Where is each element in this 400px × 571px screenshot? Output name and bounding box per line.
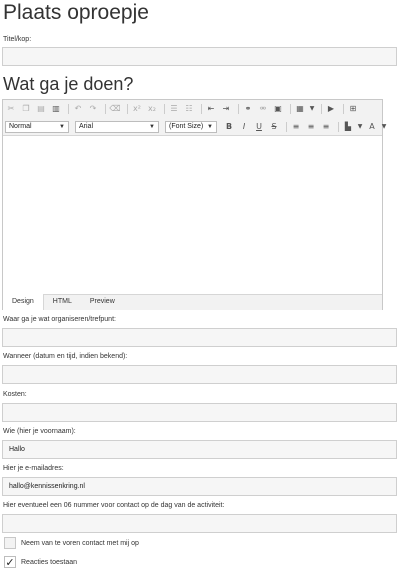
copy-icon[interactable]: ❐ [20, 103, 32, 115]
media-icon[interactable]: ▶ [325, 103, 337, 115]
chevron-down-icon: ▼ [59, 124, 65, 130]
font-size-select-value: (Font Size) [169, 123, 204, 130]
location-label: Waar ga je wat organiseren/trefpunt: [3, 316, 116, 323]
strikethrough-icon[interactable]: S [268, 121, 280, 133]
ordered-list-icon[interactable]: ☰ [168, 103, 180, 115]
italic-icon[interactable]: I [238, 121, 250, 133]
cut-icon[interactable]: ✂ [5, 103, 17, 115]
costs-label: Kosten: [3, 391, 27, 398]
indent-icon[interactable]: ⇥ [220, 103, 232, 115]
font-select-value: Arial [79, 123, 94, 130]
toolbar-divider [338, 122, 339, 132]
toolbar-divider [343, 104, 344, 114]
toolbar-divider [68, 104, 69, 114]
bg-color-icon[interactable]: ▙ [342, 121, 354, 133]
undo-icon[interactable]: ↶ [72, 103, 84, 115]
link-icon[interactable]: ⚭ [242, 103, 254, 115]
title-label: Titel/kop: [3, 36, 32, 43]
fullscreen-icon[interactable]: ⊞ [347, 103, 359, 115]
toolbar-divider [164, 104, 165, 114]
toolbar-divider [105, 104, 106, 114]
toolbar-divider [127, 104, 128, 114]
phone-input[interactable] [2, 514, 397, 533]
editor-content-area[interactable] [3, 136, 382, 294]
paste-word-icon[interactable]: ▥ [50, 103, 62, 115]
unordered-list-icon[interactable]: ☷ [183, 103, 195, 115]
reactions-checkbox[interactable]: ✓ [4, 555, 16, 569]
who-label: Wie (hier je voornaam): [3, 428, 76, 435]
toolbar-divider [238, 104, 239, 114]
chevron-down-icon[interactable]: ▼ [309, 103, 315, 115]
bold-icon[interactable]: B [223, 121, 235, 133]
when-input[interactable] [2, 365, 397, 384]
reactions-checkbox-row[interactable]: ✓ Reacties toestaan [4, 555, 78, 569]
email-label: Hier je e-mailadres: [3, 465, 64, 472]
paste-icon[interactable]: ▤ [35, 103, 47, 115]
when-label: Wanneer (datum en tijd, indien bekend): [3, 353, 128, 360]
toolbar-divider [286, 122, 287, 132]
tab-preview[interactable]: Preview [81, 295, 124, 311]
chevron-down-icon[interactable]: ▼ [357, 121, 363, 133]
phone-label: Hier eventueel een 06 nummer voor contac… [3, 502, 225, 509]
font-color-icon[interactable]: A [366, 121, 378, 133]
chevron-down-icon[interactable]: ▼ [381, 121, 387, 133]
font-select[interactable]: Arial ▼ [75, 121, 159, 133]
format-select-value: Normal [9, 123, 32, 130]
contact-checkbox[interactable] [4, 537, 16, 549]
checkmark-icon: ✓ [5, 555, 15, 569]
toolbar-row-2: Normal ▼ Arial ▼ (Font Size) ▼ B I U S ≡… [5, 120, 390, 134]
subscript-icon[interactable]: x₂ [146, 103, 158, 115]
tab-design[interactable]: Design [3, 294, 44, 310]
contact-checkbox-label: Neem van te voren contact met mij op [21, 539, 139, 547]
reactions-checkbox-label: Reacties toestaan [21, 558, 78, 566]
costs-input[interactable] [2, 403, 397, 422]
toolbar-divider [321, 104, 322, 114]
align-right-icon[interactable]: ≡ [320, 121, 332, 133]
superscript-icon[interactable]: x² [131, 103, 143, 115]
toolbar-row-1: ✂ ❐ ▤ ▥ ↶ ↷ ⌫ x² x₂ ☰ ☷ ⇤ ⇥ ⚭ ⚮ ▣ ▦ ▼ ▶ … [5, 102, 362, 116]
editor-mode-tabs: Design HTML Preview [3, 294, 382, 310]
clear-format-icon[interactable]: ⌫ [109, 103, 121, 115]
outdent-icon[interactable]: ⇤ [205, 103, 217, 115]
font-size-select[interactable]: (Font Size) ▼ [165, 121, 217, 133]
chevron-down-icon: ▼ [207, 124, 213, 130]
align-center-icon[interactable]: ≡ [305, 121, 317, 133]
rich-text-editor[interactable]: ✂ ❐ ▤ ▥ ↶ ↷ ⌫ x² x₂ ☰ ☷ ⇤ ⇥ ⚭ ⚮ ▣ ▦ ▼ ▶ … [2, 99, 386, 310]
page-title: Plaats oproepje [3, 1, 149, 24]
chevron-down-icon: ▼ [149, 124, 155, 130]
email-input[interactable]: hallo@kennissenkring.nl [2, 477, 397, 496]
who-input[interactable]: Hallo [2, 440, 397, 459]
format-select[interactable]: Normal ▼ [5, 121, 69, 133]
underline-icon[interactable]: U [253, 121, 265, 133]
redo-icon[interactable]: ↷ [87, 103, 99, 115]
editor-toolbar: ✂ ❐ ▤ ▥ ↶ ↷ ⌫ x² x₂ ☰ ☷ ⇤ ⇥ ⚭ ⚮ ▣ ▦ ▼ ▶ … [3, 100, 386, 136]
tab-html[interactable]: HTML [44, 295, 81, 311]
unlink-icon[interactable]: ⚮ [257, 103, 269, 115]
toolbar-divider [290, 104, 291, 114]
toolbar-divider [201, 104, 202, 114]
align-left-icon[interactable]: ≡ [290, 121, 302, 133]
location-input[interactable] [2, 328, 397, 347]
section-title: Wat ga je doen? [3, 74, 134, 94]
contact-checkbox-row[interactable]: Neem van te voren contact met mij op [4, 537, 139, 549]
image-icon[interactable]: ▣ [272, 103, 284, 115]
table-icon[interactable]: ▦ [294, 103, 306, 115]
title-input[interactable] [2, 47, 397, 66]
